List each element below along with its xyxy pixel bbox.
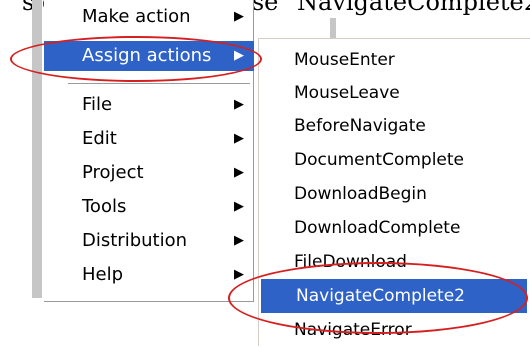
submenu-item-label: DownloadBegin bbox=[294, 184, 427, 204]
submenu-item-download-begin[interactable]: DownloadBegin bbox=[259, 177, 530, 211]
submenu-item-label: FileDownload bbox=[294, 252, 407, 272]
chevron-right-icon: ▶ bbox=[234, 267, 244, 282]
menu-item-project[interactable]: Project ▶ bbox=[44, 158, 254, 188]
menu-separator bbox=[68, 83, 250, 85]
actions-submenu: MouseEnter MouseLeave BeforeNavigate Doc… bbox=[258, 38, 530, 346]
chevron-right-icon: ▶ bbox=[234, 48, 244, 63]
submenu-item-download-complete[interactable]: DownloadComplete bbox=[259, 211, 530, 245]
submenu-item-navigate-complete2[interactable]: NavigateComplete2 bbox=[261, 279, 527, 313]
menu-item-label: File bbox=[82, 94, 113, 115]
menu-item-label: Help bbox=[82, 264, 124, 285]
submenu-item-label: DownloadComplete bbox=[294, 218, 461, 238]
submenu-item-before-navigate[interactable]: BeforeNavigate bbox=[259, 109, 530, 143]
chevron-right-icon: ▶ bbox=[234, 131, 244, 146]
chevron-right-icon: ▶ bbox=[234, 97, 244, 112]
chevron-right-icon: ▶ bbox=[234, 9, 244, 24]
menu-item-label: Make action bbox=[82, 6, 191, 27]
submenu-item-mouse-enter[interactable]: MouseEnter bbox=[259, 43, 530, 77]
submenu-item-file-download[interactable]: FileDownload bbox=[259, 245, 530, 279]
submenu-item-label: NavigateError bbox=[294, 320, 412, 340]
menu-item-label: Assign actions bbox=[82, 45, 212, 66]
menu-item-label: Edit bbox=[82, 128, 117, 149]
submenu-item-document-complete[interactable]: DocumentComplete bbox=[259, 143, 530, 177]
submenu-item-label: DocumentComplete bbox=[294, 150, 464, 170]
submenu-item-mouse-leave[interactable]: MouseLeave bbox=[259, 76, 530, 110]
menu-item-help[interactable]: Help ▶ bbox=[44, 260, 254, 290]
chevron-right-icon: ▶ bbox=[234, 233, 244, 248]
submenu-item-navigate-error[interactable]: NavigateError bbox=[259, 313, 530, 347]
submenu-item-label: MouseEnter bbox=[294, 50, 395, 70]
menu-item-file[interactable]: File ▶ bbox=[44, 90, 254, 120]
menu-item-make-action[interactable]: Make action ▶ bbox=[44, 2, 254, 32]
submenu-item-label: BeforeNavigate bbox=[294, 116, 426, 136]
menu-item-label: Project bbox=[82, 162, 144, 183]
chevron-right-icon: ▶ bbox=[234, 199, 244, 214]
menu-shadow bbox=[32, 0, 42, 298]
menu-item-label: Distribution bbox=[82, 230, 188, 251]
submenu-item-label: MouseLeave bbox=[294, 83, 400, 103]
context-menu: Make action ▶ Assign actions ▶ File ▶ Ed… bbox=[44, 0, 254, 302]
chevron-right-icon: ▶ bbox=[234, 165, 244, 180]
menu-item-label: Tools bbox=[82, 196, 127, 217]
menu-item-tools[interactable]: Tools ▶ bbox=[44, 192, 254, 222]
menu-item-assign-actions[interactable]: Assign actions ▶ bbox=[44, 41, 254, 71]
menu-item-edit[interactable]: Edit ▶ bbox=[44, 124, 254, 154]
menu-item-distribution[interactable]: Distribution ▶ bbox=[44, 226, 254, 256]
submenu-item-label: NavigateComplete2 bbox=[296, 286, 465, 306]
